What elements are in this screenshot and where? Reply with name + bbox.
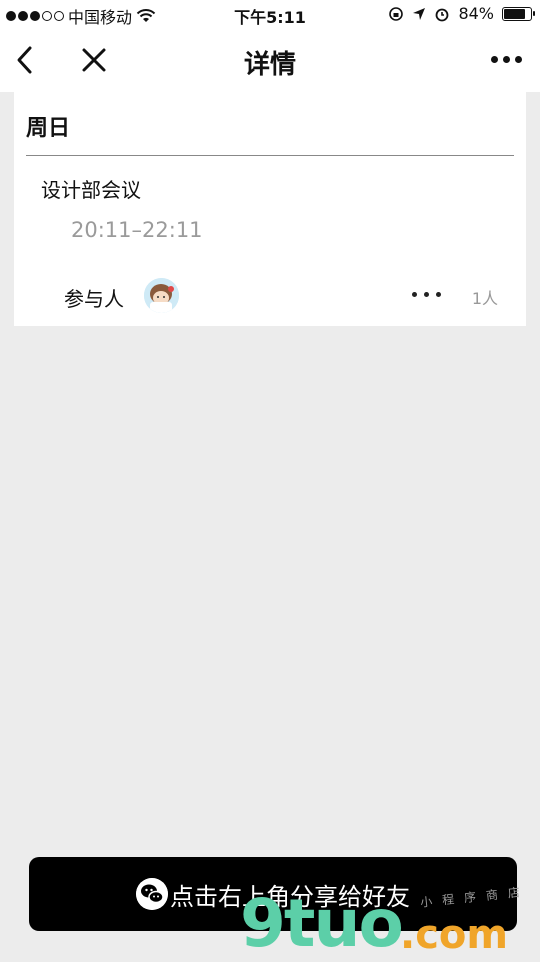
more-participants-icon[interactable] [412, 292, 441, 297]
alarm-icon [436, 8, 449, 21]
avatar[interactable] [144, 278, 179, 313]
participant-count: 1人 [471, 289, 498, 308]
nav-bar: 详情 [0, 30, 540, 92]
day-heading: 周日 [26, 116, 71, 141]
more-icon[interactable] [491, 56, 522, 63]
event-time: 20:11–22:11 [71, 218, 203, 242]
status-right: 84% [388, 4, 535, 23]
battery-level-fill [504, 8, 525, 19]
status-bar: 中国移动 下午5:11 84% [0, 0, 540, 30]
rotation-lock-icon [389, 6, 404, 21]
participants-label: 参与人 [64, 287, 124, 311]
event-card: 周日 设计部会议 20:11–22:11 参与人 1人 [14, 92, 526, 326]
divider [26, 155, 514, 156]
location-arrow-icon [413, 7, 426, 20]
page-title: 详情 [243, 50, 296, 80]
watermark-domain: .com [400, 912, 509, 958]
watermark-logo: 9tuo [240, 885, 404, 962]
event-title: 设计部会议 [41, 178, 141, 202]
battery-icon [502, 6, 535, 21]
battery-percent: 84% [458, 4, 494, 23]
participant-avatar-illustration [144, 278, 179, 313]
wechat-icon [136, 878, 168, 910]
